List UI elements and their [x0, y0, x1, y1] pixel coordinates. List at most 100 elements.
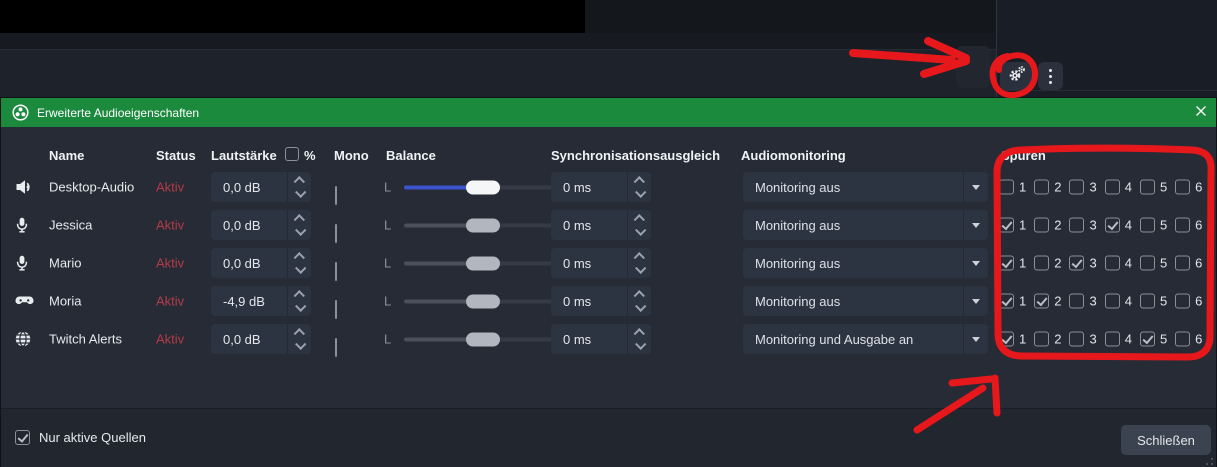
volume-spinner[interactable]	[287, 286, 311, 316]
track-checkbox[interactable]	[1034, 332, 1049, 347]
sync-offset-input[interactable]: 0 ms	[551, 286, 651, 316]
spin-down-icon[interactable]	[295, 225, 306, 236]
resize-grip[interactable]	[1201, 453, 1213, 465]
track-checkbox[interactable]	[999, 256, 1014, 271]
spin-down-icon[interactable]	[635, 301, 646, 312]
spin-down-icon[interactable]	[295, 301, 306, 312]
sync-offset-input[interactable]: 0 ms	[551, 324, 651, 354]
spin-up-icon[interactable]	[633, 290, 644, 301]
close-dialog-button[interactable]: Schließen	[1121, 425, 1211, 455]
track-checkbox[interactable]	[1105, 332, 1120, 347]
track-checkbox[interactable]	[999, 180, 1014, 195]
spin-down-icon[interactable]	[635, 339, 646, 350]
volume-spinner[interactable]	[287, 172, 311, 202]
track-checkbox[interactable]	[1140, 218, 1155, 233]
mono-checkbox[interactable]	[335, 300, 337, 319]
volume-spinner[interactable]	[287, 324, 311, 354]
spin-up-icon[interactable]	[293, 290, 304, 301]
spin-up-icon[interactable]	[293, 214, 304, 225]
track-checkbox[interactable]	[999, 332, 1014, 347]
track-checkbox[interactable]	[1140, 332, 1155, 347]
balance-slider[interactable]	[404, 256, 575, 270]
track-checkbox[interactable]	[1105, 256, 1120, 271]
sync-offset-input[interactable]: 0 ms	[551, 172, 651, 202]
audio-monitoring-select[interactable]: Monitoring aus	[743, 210, 988, 240]
spin-down-icon[interactable]	[635, 225, 646, 236]
balance-slider[interactable]	[404, 218, 575, 232]
spin-up-icon[interactable]	[633, 328, 644, 339]
mono-checkbox[interactable]	[335, 338, 337, 357]
track-checkbox[interactable]	[1069, 256, 1084, 271]
sync-offset-spinner[interactable]	[627, 248, 651, 278]
volume-spinner[interactable]	[287, 248, 311, 278]
sync-offset-spinner[interactable]	[627, 210, 651, 240]
balance-slider[interactable]	[404, 294, 575, 308]
spin-up-icon[interactable]	[633, 214, 644, 225]
audio-monitoring-select[interactable]: Monitoring aus	[743, 286, 988, 316]
track-checkbox[interactable]	[1034, 180, 1049, 195]
balance-slider-handle[interactable]	[466, 332, 500, 346]
volume-percent-checkbox[interactable]	[285, 147, 299, 161]
mono-checkbox[interactable]	[335, 224, 337, 243]
volume-input[interactable]: 0,0 dB	[211, 172, 311, 202]
track-checkbox[interactable]	[1140, 256, 1155, 271]
volume-input[interactable]: 0,0 dB	[211, 210, 311, 240]
spin-up-icon[interactable]	[633, 252, 644, 263]
audio-mixer-menu-button[interactable]	[1038, 62, 1063, 90]
track-checkbox[interactable]	[1105, 218, 1120, 233]
track-checkbox[interactable]	[1034, 294, 1049, 309]
volume-input[interactable]: 0,0 dB	[211, 324, 311, 354]
balance-slider-handle[interactable]	[466, 294, 500, 308]
track-checkbox[interactable]	[1069, 218, 1084, 233]
balance-slider-handle[interactable]	[466, 218, 500, 232]
mono-checkbox[interactable]	[335, 186, 337, 205]
track-toggle-6: 6	[1175, 180, 1202, 195]
spin-up-icon[interactable]	[293, 176, 304, 187]
spin-up-icon[interactable]	[633, 176, 644, 187]
sync-offset-spinner[interactable]	[627, 172, 651, 202]
only-active-sources-toggle[interactable]: Nur aktive Quellen	[15, 430, 146, 445]
balance-slider[interactable]	[404, 332, 575, 346]
audio-monitoring-select[interactable]: Monitoring aus	[743, 172, 988, 202]
track-checkbox[interactable]	[999, 294, 1014, 309]
spin-down-icon[interactable]	[635, 263, 646, 274]
sync-offset-input[interactable]: 0 ms	[551, 248, 651, 278]
spin-down-icon[interactable]	[295, 339, 306, 350]
track-checkbox[interactable]	[1175, 294, 1190, 309]
track-checkbox[interactable]	[1034, 256, 1049, 271]
track-number: 4	[1125, 332, 1132, 347]
sync-offset-spinner[interactable]	[627, 324, 651, 354]
close-button[interactable]	[1193, 105, 1209, 121]
audio-monitoring-select[interactable]: Monitoring aus	[743, 248, 988, 278]
sync-offset-spinner[interactable]	[627, 286, 651, 316]
volume-spinner[interactable]	[287, 210, 311, 240]
track-checkbox[interactable]	[1105, 180, 1120, 195]
audio-mixer-settings-button[interactable]	[1000, 62, 1033, 90]
track-checkbox[interactable]	[1140, 180, 1155, 195]
balance-slider-handle[interactable]	[466, 180, 500, 194]
volume-input[interactable]: -4,9 dB	[211, 286, 311, 316]
track-checkbox[interactable]	[1175, 180, 1190, 195]
spin-down-icon[interactable]	[295, 187, 306, 198]
balance-slider-handle[interactable]	[466, 256, 500, 270]
spin-up-icon[interactable]	[293, 328, 304, 339]
mono-checkbox[interactable]	[335, 262, 337, 281]
volume-input[interactable]: 0,0 dB	[211, 248, 311, 278]
spin-down-icon[interactable]	[295, 263, 306, 274]
track-checkbox[interactable]	[1069, 180, 1084, 195]
track-checkbox[interactable]	[1175, 256, 1190, 271]
spin-up-icon[interactable]	[293, 252, 304, 263]
track-checkbox[interactable]	[1175, 332, 1190, 347]
track-checkbox[interactable]	[1034, 218, 1049, 233]
balance-slider[interactable]	[404, 180, 575, 194]
track-checkbox[interactable]	[1069, 332, 1084, 347]
track-checkbox[interactable]	[999, 218, 1014, 233]
sync-offset-input[interactable]: 0 ms	[551, 210, 651, 240]
spin-down-icon[interactable]	[635, 187, 646, 198]
audio-monitoring-select[interactable]: Monitoring und Ausgabe an	[743, 324, 988, 354]
only-active-sources-checkbox[interactable]	[15, 430, 30, 445]
track-checkbox[interactable]	[1140, 294, 1155, 309]
track-checkbox[interactable]	[1069, 294, 1084, 309]
track-checkbox[interactable]	[1105, 294, 1120, 309]
track-checkbox[interactable]	[1175, 218, 1190, 233]
